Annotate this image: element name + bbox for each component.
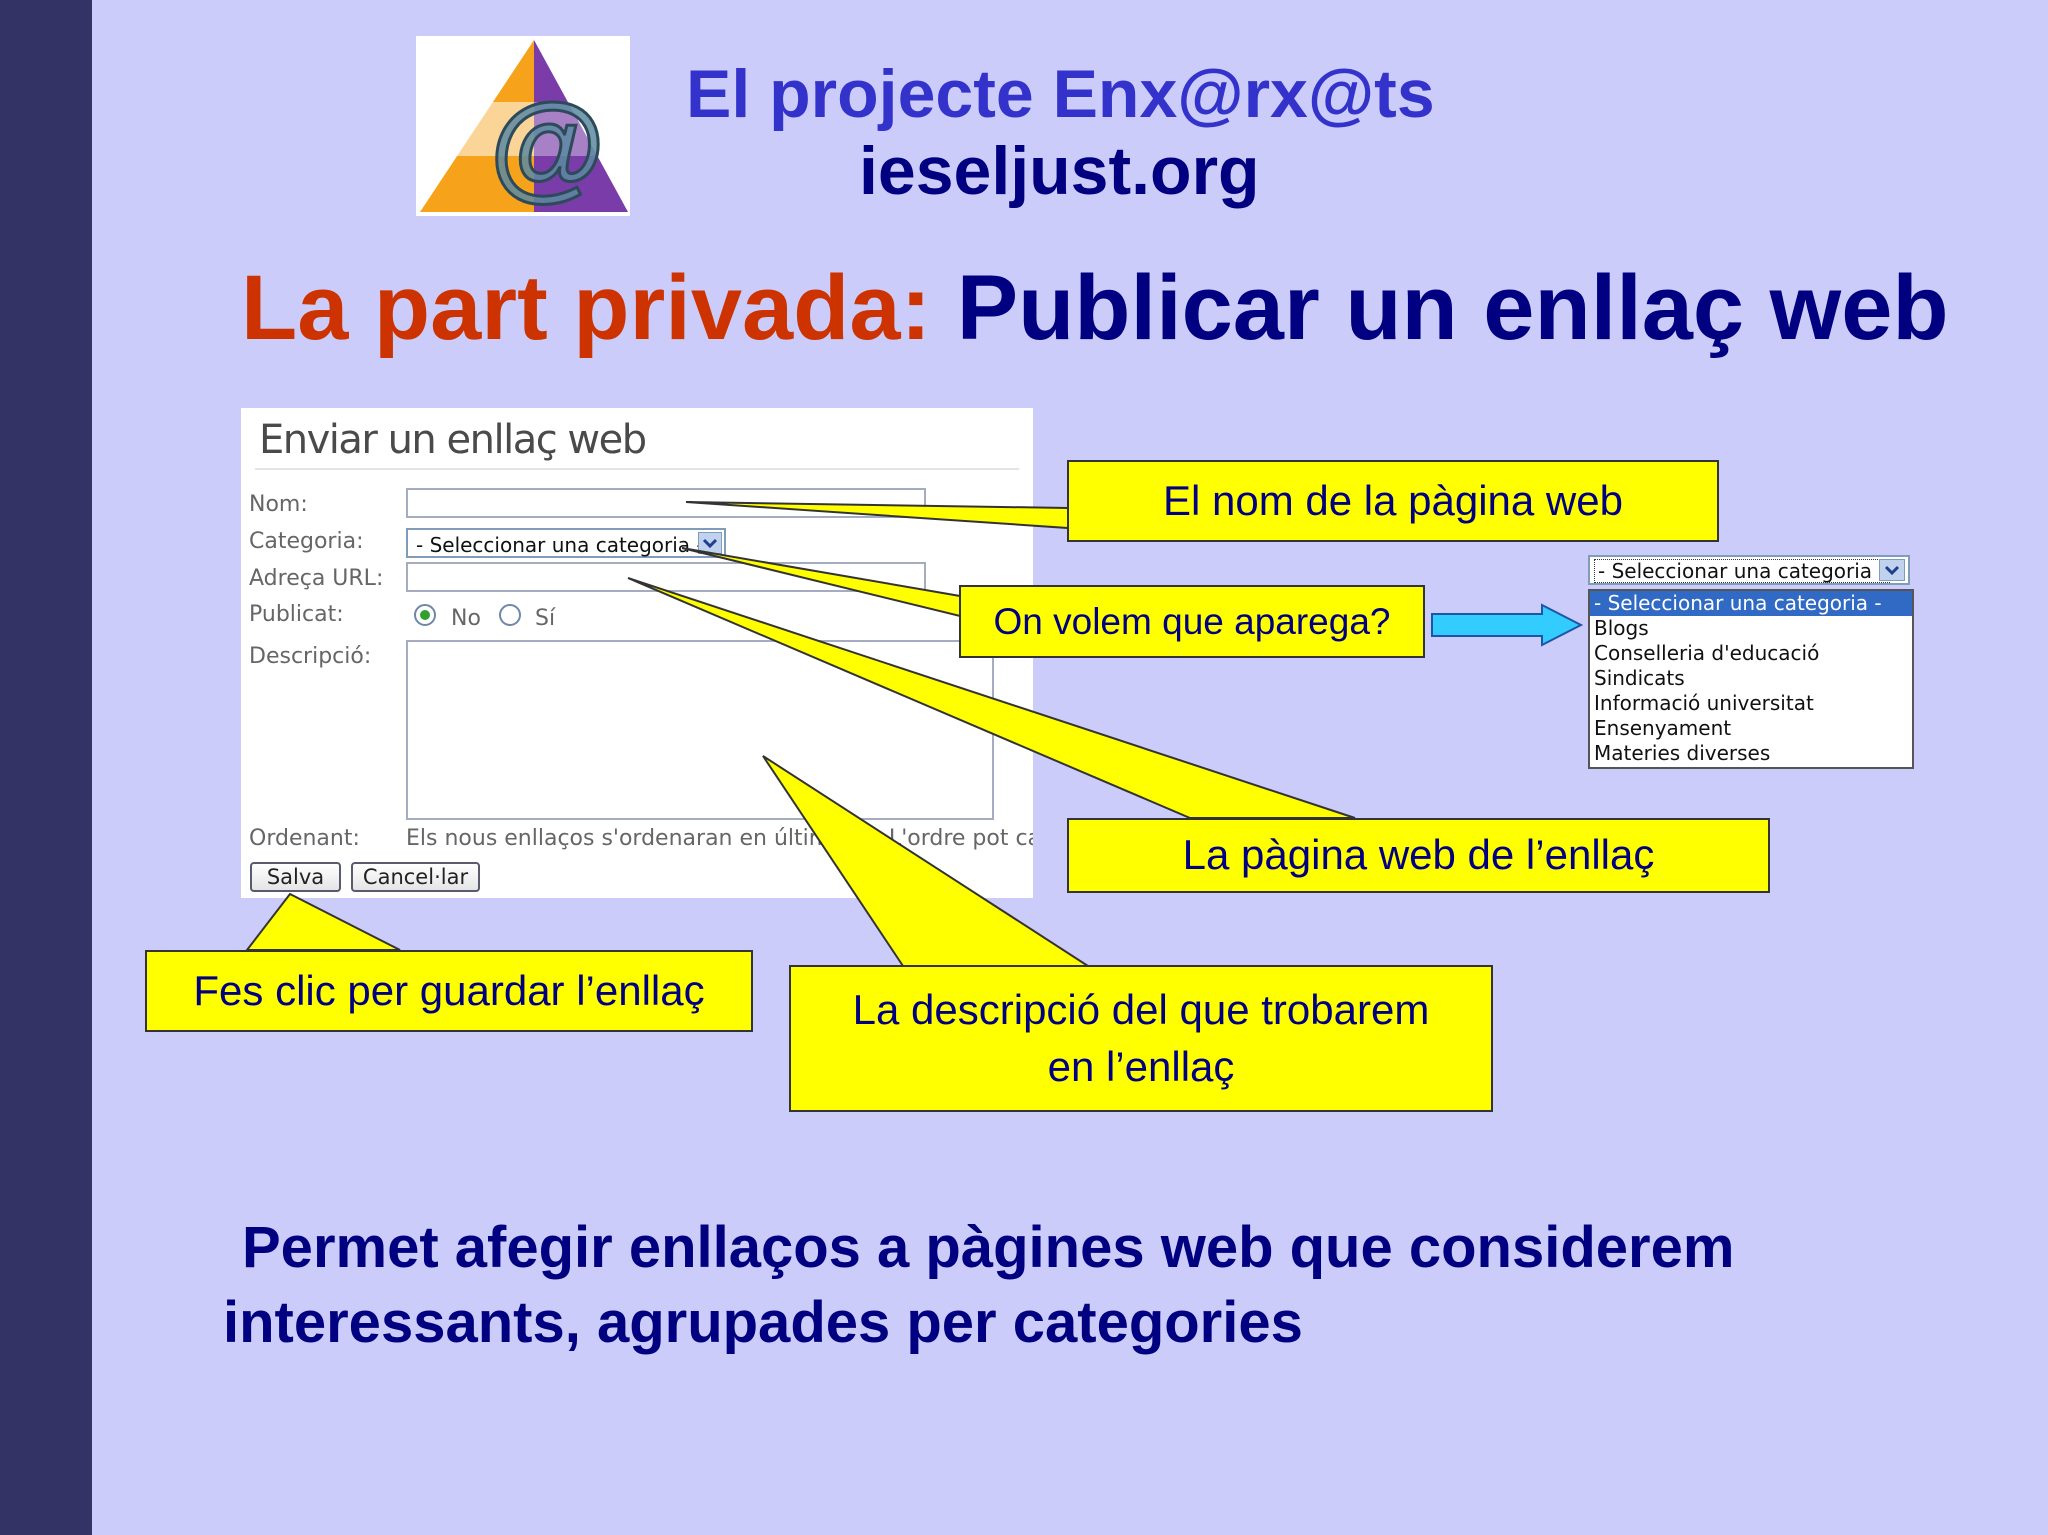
dropdown-option-placeholder[interactable]: - Seleccionar una categoria - — [1590, 591, 1912, 616]
url-callout-text: La pàgina web de l’enllaç — [1182, 831, 1655, 879]
save-callout: Fes clic per guardar l’enllaç — [145, 950, 753, 1032]
footer-line-1: Permet afegir enllaços a pàgines web que… — [242, 1215, 1735, 1280]
dropdown-option-materies-diverses[interactable]: Materies diverses — [1590, 741, 1912, 766]
description-callout-pointer — [762, 755, 1092, 967]
category-callout-pointer — [681, 547, 961, 618]
category-dropdown-value: - Seleccionar una categoria - — [1594, 559, 1890, 583]
category-callout: On volem que aparega? — [959, 585, 1425, 658]
dropdown-option-informacio-universitat[interactable]: Informació universitat — [1590, 691, 1912, 716]
save-callout-text: Fes clic per guardar l’enllaç — [193, 966, 705, 1014]
description-callout-line1: La descripció del que trobarem — [852, 985, 1430, 1033]
description-callout: La descripció del que trobarem en l’enll… — [789, 965, 1493, 1112]
name-callout: El nom de la pàgina web — [1067, 460, 1719, 542]
chevron-down-icon[interactable] — [1879, 559, 1905, 581]
name-callout-text: El nom de la pàgina web — [1163, 476, 1623, 524]
category-callout-text: On volem que aparega? — [993, 600, 1391, 642]
dropdown-option-blogs[interactable]: Blogs — [1590, 616, 1912, 641]
category-dropdown-list: - Seleccionar una categoria - Blogs Cons… — [1588, 589, 1914, 769]
dropdown-option-ensenyament[interactable]: Ensenyament — [1590, 716, 1912, 741]
description-callout-line2: en l’enllaç — [1047, 1042, 1235, 1090]
dropdown-option-conselleria[interactable]: Conselleria d'educació — [1590, 641, 1912, 666]
arrow-right-icon — [1431, 603, 1584, 647]
dropdown-option-sindicats[interactable]: Sindicats — [1590, 666, 1912, 691]
url-callout: La pàgina web de l’enllaç — [1067, 818, 1770, 893]
slide-footer-text: Permet afegir enllaços a pàgines web que… — [223, 1210, 1734, 1360]
save-callout-pointer — [244, 892, 401, 951]
name-callout-pointer — [685, 501, 1069, 530]
footer-line-2: interessants, agrupades per categories — [223, 1290, 1303, 1355]
category-dropdown-closed[interactable]: - Seleccionar una categoria - — [1588, 555, 1910, 585]
